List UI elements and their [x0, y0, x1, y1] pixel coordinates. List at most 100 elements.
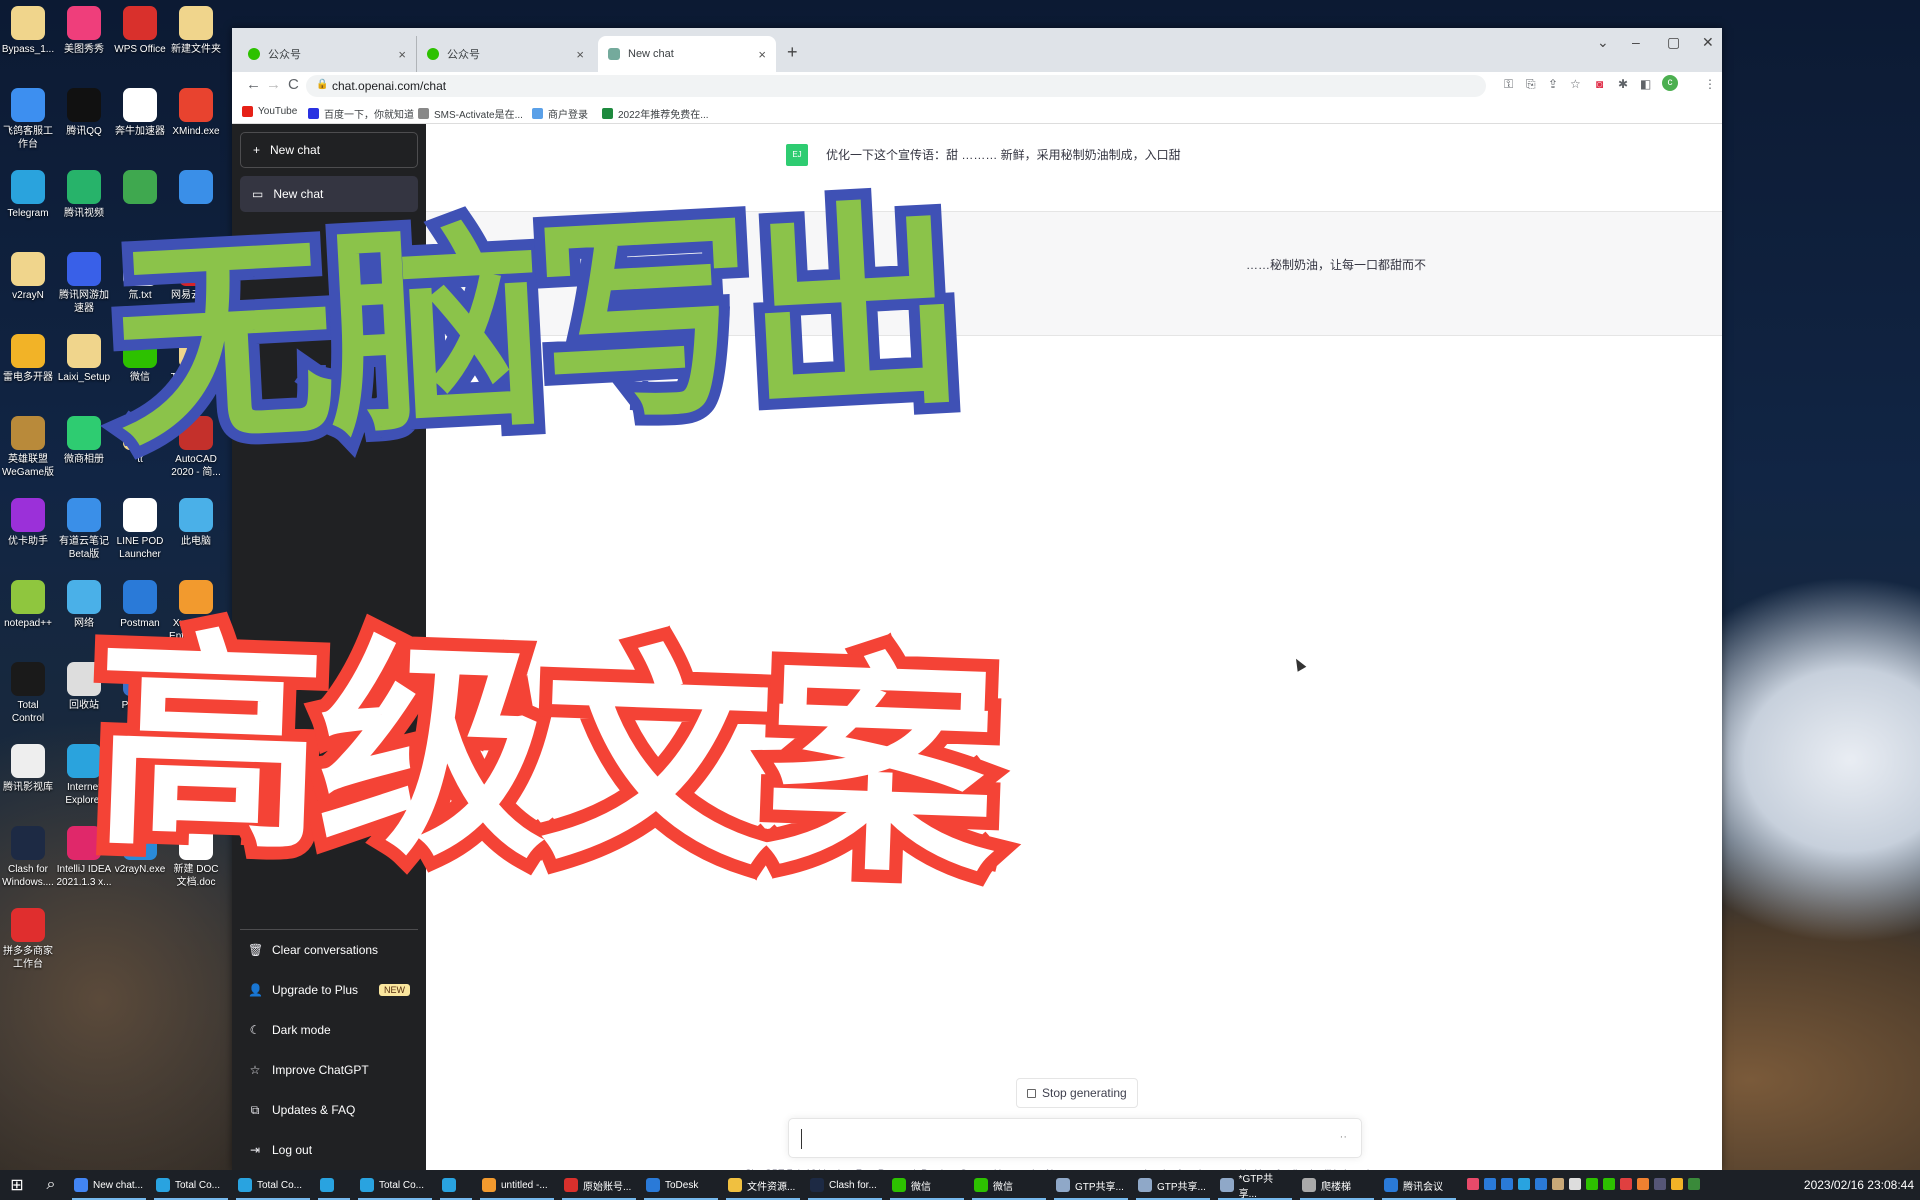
tab-gongzhonghao-1[interactable]: 公众号 ×	[238, 36, 416, 72]
profile-avatar[interactable]: c	[1662, 75, 1678, 91]
star-icon[interactable]: ☆	[1570, 77, 1581, 91]
sidebar-item-updates-faq[interactable]: ⧉ Updates & FAQ	[240, 1090, 418, 1130]
close-tab-icon[interactable]: ×	[758, 47, 766, 62]
search-button[interactable]: ⌕	[34, 1170, 68, 1200]
desktop-icon[interactable]: notepad++	[0, 580, 56, 630]
tray-icon[interactable]	[1586, 1178, 1598, 1190]
taskbar-app[interactable]: GTP共享...	[1050, 1170, 1132, 1200]
bookmark-item[interactable]: 百度一下，你就知道	[308, 106, 414, 121]
sidepanel-icon[interactable]: ◧	[1640, 77, 1651, 91]
taskbar-app[interactable]	[314, 1170, 354, 1200]
taskbar-app[interactable]: GTP共享...	[1132, 1170, 1214, 1200]
desktop-icon[interactable]: 拼多多商家工作台	[0, 908, 56, 971]
taskbar-app[interactable]: 文件资源...	[722, 1170, 804, 1200]
tray-icon[interactable]	[1654, 1178, 1666, 1190]
bookmark-item[interactable]: YouTube	[242, 106, 297, 117]
stop-generating-button[interactable]: Stop generating	[1016, 1078, 1138, 1108]
desktop-icon[interactable]: 奔牛加速器	[112, 88, 168, 138]
desktop-icon[interactable]: XMind.exe	[168, 88, 224, 138]
desktop-icon[interactable]: 腾讯视频	[56, 170, 112, 220]
desktop-icon[interactable]: 雷电多开器	[0, 334, 56, 384]
tab-new-chat[interactable]: New chat ×	[598, 36, 776, 72]
back-button[interactable]: ←	[246, 76, 261, 93]
close-tab-icon[interactable]: ×	[576, 47, 584, 62]
tray-icon[interactable]	[1484, 1178, 1496, 1190]
bookmark-item[interactable]: 商户登录	[532, 106, 588, 121]
tray-icon[interactable]	[1620, 1178, 1632, 1190]
close-window-button[interactable]: ✕	[1702, 34, 1714, 51]
sidebar-item-clear-conversations[interactable]: 🗑 Clear conversations	[240, 930, 418, 970]
taskbar-app[interactable]: Clash for...	[804, 1170, 886, 1200]
tray-icon[interactable]	[1688, 1178, 1700, 1190]
desktop-icon[interactable]: Clash for Windows....	[0, 826, 56, 889]
sidebar-item-upgrade-to-plus[interactable]: 👤 Upgrade to Plus NEW	[240, 970, 418, 1010]
clock[interactable]: 2023/02/16 23:08:44	[1804, 1178, 1914, 1192]
tray-icon[interactable]	[1552, 1178, 1564, 1190]
desktop-icon[interactable]: 飞鸽客服工作台	[0, 88, 56, 151]
taskbar-app[interactable]: 微信	[886, 1170, 968, 1200]
share-icon[interactable]: ⇪	[1548, 77, 1558, 91]
desktop-icon[interactable]: 微商相册	[56, 416, 112, 466]
tray-icon[interactable]	[1671, 1178, 1683, 1190]
tab-gongzhonghao-2[interactable]: 公众号 ×	[416, 36, 594, 72]
taskbar-app[interactable]: Total Co...	[354, 1170, 436, 1200]
bookmark-item[interactable]: SMS-Activate是在...	[418, 106, 523, 121]
bookmark-item[interactable]: 2022年推荐免费在...	[602, 106, 709, 121]
translate-icon[interactable]: ⎘	[1526, 77, 1536, 92]
sidebar-item-improve-chatgpt[interactable]: ☆ Improve ChatGPT	[240, 1050, 418, 1090]
forward-button[interactable]: →	[266, 76, 281, 93]
taskbar-app[interactable]: 微信	[968, 1170, 1050, 1200]
desktop-icon[interactable]: 美图秀秀	[56, 6, 112, 56]
minimize-button[interactable]: –	[1632, 34, 1640, 50]
taskbar-app[interactable]: 原始账号...	[558, 1170, 640, 1200]
key-icon[interactable]: ⚿	[1504, 77, 1513, 92]
tray-icon[interactable]	[1637, 1178, 1649, 1190]
desktop-icon[interactable]: v2rayN	[0, 252, 56, 302]
start-button[interactable]: ⊞	[0, 1170, 34, 1200]
reload-button[interactable]: C	[288, 76, 299, 93]
sidebar-item-dark-mode[interactable]: ☾ Dark mode	[240, 1010, 418, 1050]
desktop-icon[interactable]: 有道云笔记Beta版	[56, 498, 112, 561]
desktop-icon[interactable]: Laixi_Setup	[56, 334, 112, 384]
desktop-icon[interactable]: 优卡助手	[0, 498, 56, 548]
pocket-icon[interactable]: ◙	[1596, 77, 1603, 91]
tray-icon[interactable]	[1518, 1178, 1530, 1190]
new-tab-button[interactable]: +	[787, 42, 798, 63]
taskbar-app[interactable]	[436, 1170, 476, 1200]
desktop-icon[interactable]: 腾讯QQ	[56, 88, 112, 138]
tab-search-icon[interactable]: ⌄	[1597, 34, 1609, 51]
tray-icon[interactable]	[1501, 1178, 1513, 1190]
extensions-icon[interactable]: ✱	[1618, 77, 1628, 91]
desktop-icon[interactable]: Telegram	[0, 170, 56, 220]
desktop-icon[interactable]: Total Control	[0, 662, 56, 725]
desktop-icon[interactable]: WPS Office	[112, 6, 168, 56]
prompt-input[interactable]: ··	[788, 1118, 1362, 1158]
taskbar-app[interactable]: 爬楼梯	[1296, 1170, 1378, 1200]
tray-icon[interactable]	[1535, 1178, 1547, 1190]
url-input[interactable]: 🔒 chat.openai.com/chat	[306, 75, 1486, 97]
desktop-icon[interactable]: 新建文件夹	[168, 6, 224, 56]
app-icon	[67, 580, 101, 614]
taskbar-app[interactable]: New chat...	[68, 1170, 150, 1200]
desktop-icon[interactable]: 腾讯网游加速器	[56, 252, 112, 315]
taskbar-app[interactable]: untitled -...	[476, 1170, 558, 1200]
taskbar-app[interactable]: Total Co...	[232, 1170, 314, 1200]
desktop-icon[interactable]: 此电脑	[168, 498, 224, 548]
taskbar-app[interactable]: *GTP共享...	[1214, 1170, 1296, 1200]
desktop-icon[interactable]: LINE POD Launcher	[112, 498, 168, 561]
taskbar-app[interactable]: 腾讯会议	[1378, 1170, 1460, 1200]
taskbar-app[interactable]: ToDesk	[640, 1170, 722, 1200]
bookmark-label: 百度一下，你就知道	[324, 110, 414, 121]
close-tab-icon[interactable]: ×	[398, 47, 406, 62]
taskbar-app[interactable]: Total Co...	[150, 1170, 232, 1200]
tray-icon[interactable]	[1467, 1178, 1479, 1190]
desktop-icon[interactable]: 英雄联盟WeGame版	[0, 416, 56, 479]
tray-icon[interactable]	[1603, 1178, 1615, 1190]
menu-icon[interactable]: ⋮	[1704, 77, 1716, 91]
maximize-button[interactable]: ▢	[1667, 34, 1680, 51]
desktop-icon[interactable]: Bypass_1...	[0, 6, 56, 56]
desktop-icon[interactable]: 腾讯影视库	[0, 744, 56, 794]
send-loading-icon[interactable]: ··	[1340, 1131, 1347, 1143]
sidebar-item-log-out[interactable]: ⇥ Log out	[240, 1130, 418, 1170]
tray-icon[interactable]	[1569, 1178, 1581, 1190]
